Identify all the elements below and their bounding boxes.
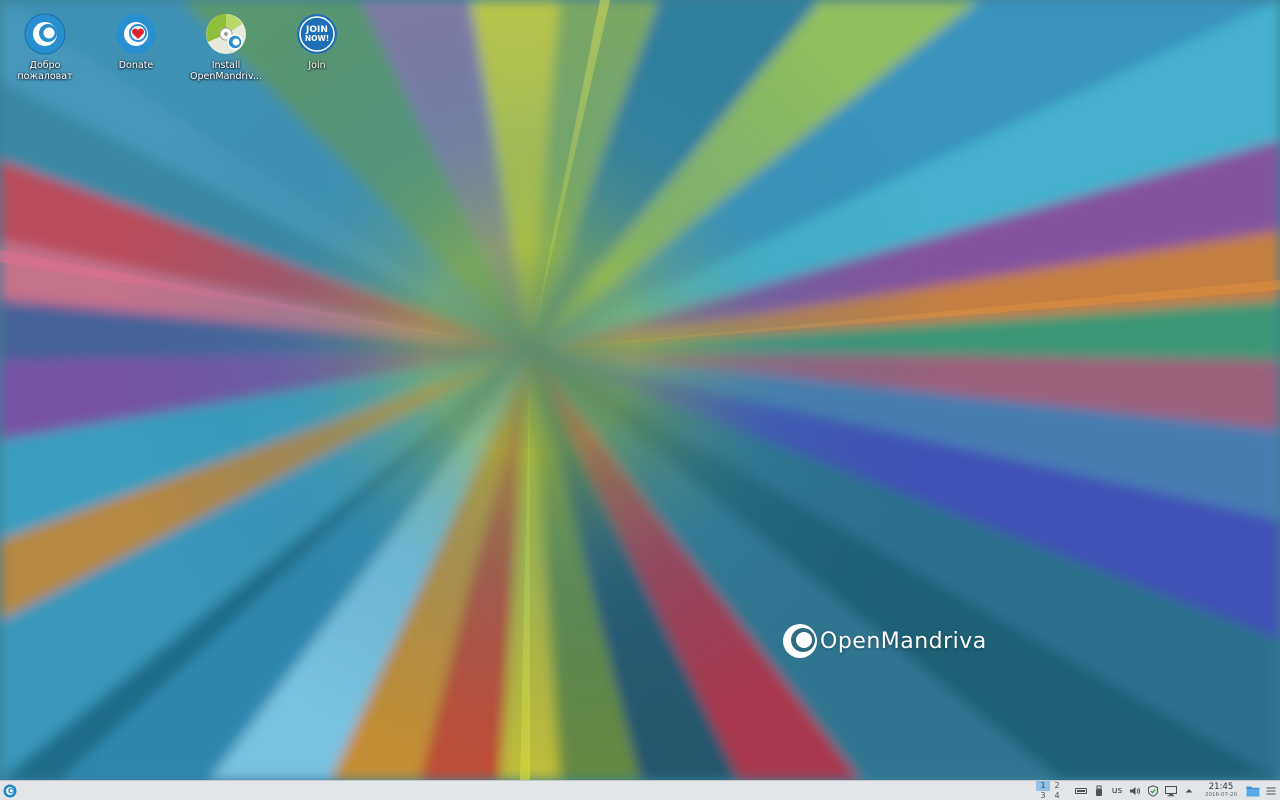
desktop[interactable]: Добро пожаловат Donate Install OpenMandr… [0, 0, 1280, 780]
panel-options-button[interactable] [1262, 782, 1280, 800]
wallpaper [0, 0, 1280, 780]
pager-desktop-3[interactable]: 3 [1036, 791, 1050, 801]
desktop-icon-donate[interactable]: Donate [94, 12, 178, 71]
install-disc-icon [206, 14, 246, 54]
desktop-icon-install[interactable]: Install OpenMandriv... [184, 12, 268, 82]
desktop-icon-label: Join [308, 60, 326, 71]
pager-desktop-4[interactable]: 4 [1050, 791, 1064, 801]
volume-icon [1130, 786, 1141, 795]
network-monitor-icon [1165, 785, 1177, 796]
desktop-icon-welcome[interactable]: Добро пожаловат [3, 12, 87, 82]
virtual-desktop-pager[interactable]: 1 2 3 4 [1036, 780, 1064, 801]
desktop-icon-join[interactable]: JOIN NOW! Join [275, 12, 359, 71]
show-desktop-button[interactable] [1244, 782, 1262, 800]
taskbar: 1 2 3 4 us 21:45 2016-07-20 [0, 780, 1280, 800]
shield-update-icon [1148, 784, 1158, 797]
keyboard-layout-indicator[interactable]: us [1108, 782, 1126, 800]
brand-wordmark: OpenMandriva [820, 628, 987, 654]
keyboard-icon [1075, 787, 1087, 794]
openmandriva-swirl-icon [783, 624, 817, 658]
donate-heart-icon [116, 14, 156, 54]
desktop-icon-label: Install OpenMandriv... [190, 60, 262, 82]
tray-volume[interactable] [1126, 782, 1144, 800]
join-now-icon: JOIN NOW! [297, 14, 337, 54]
usb-drive-icon [1096, 785, 1102, 796]
expand-tray-arrow-icon [1185, 788, 1193, 792]
openmandriva-logo: OpenMandriva [782, 619, 987, 663]
desktop-icon-label: Donate [118, 60, 154, 71]
tray-network[interactable] [1162, 782, 1180, 800]
digital-clock[interactable]: 21:45 2016-07-20 [1201, 781, 1241, 799]
openmandriva-welcome-icon [24, 13, 66, 55]
svg-text:NOW!: NOW! [305, 34, 329, 43]
application-launcher[interactable] [0, 781, 20, 801]
desktop-icon-label: Добро пожаловат [17, 60, 73, 82]
show-desktop-folder-icon [1246, 786, 1260, 796]
clock-date: 2016-07-20 [1205, 791, 1237, 798]
tray-expand[interactable] [1180, 782, 1198, 800]
tray-keyboard[interactable] [1072, 782, 1090, 800]
tray-removable-devices[interactable] [1090, 782, 1108, 800]
clock-time: 21:45 [1208, 781, 1234, 792]
openmandriva-launcher-icon [3, 784, 17, 797]
hamburger-menu-icon [1266, 787, 1276, 794]
pager-desktop-1[interactable]: 1 [1036, 780, 1050, 791]
pager-desktop-2[interactable]: 2 [1050, 781, 1064, 791]
tray-updates[interactable] [1144, 782, 1162, 800]
